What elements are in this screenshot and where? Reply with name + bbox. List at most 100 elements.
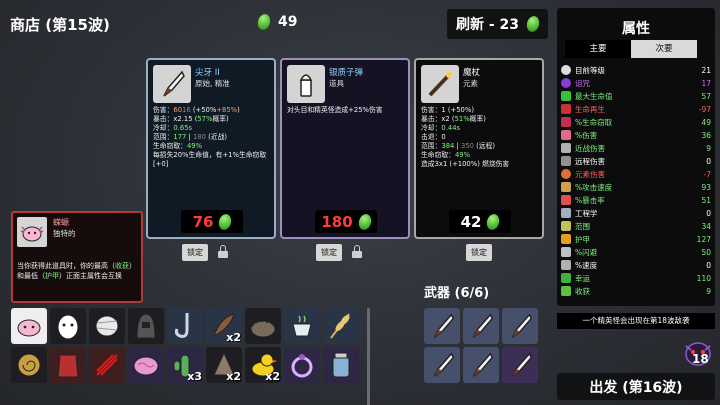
weapon-slot-fang[interactable]	[502, 308, 538, 344]
stat-row-max-hp: 最大生命值 57	[561, 90, 711, 102]
stat-row-dodge: %闪避 50	[561, 246, 711, 258]
heart-icon	[561, 91, 571, 101]
stat-row-crit-chance: %暴击率 51	[561, 194, 711, 206]
item-slot-tea[interactable]	[284, 308, 320, 344]
start-wave-button[interactable]: 出发 (第16波)	[557, 373, 715, 400]
materials-value: 49	[278, 14, 298, 30]
range-icon	[561, 221, 571, 231]
item-slot-mummy[interactable]	[89, 308, 125, 344]
item-slot-hook[interactable]	[167, 308, 203, 344]
weapon-slot-fang[interactable]	[424, 347, 460, 383]
stat-row-speed: %速度 0	[561, 259, 711, 271]
item-slot-egg[interactable]	[50, 308, 86, 344]
elite-warning: 一个精英怪会出现在第18波敌袭	[557, 313, 715, 329]
card-effect: 造成3x1 (+100%) 燃烧伤害	[421, 160, 510, 168]
stat-row-level: 目前等级 21	[561, 64, 711, 76]
tooltip-type: 独特的	[53, 229, 76, 238]
crit-icon	[561, 195, 571, 205]
lifesteal-icon	[561, 117, 571, 127]
speed-icon	[561, 260, 571, 270]
shop-card-wand[interactable]: 魔杖 元素 伤害：1 (+50%) 暴击：x2 (51%概率) 冷却：0.44s…	[414, 58, 544, 239]
material-icon	[525, 14, 541, 34]
item-slot-robe[interactable]	[50, 347, 86, 383]
regen-icon	[561, 104, 571, 114]
item-slot-claw[interactable]	[89, 347, 125, 383]
damage-icon	[561, 130, 571, 140]
price-tag[interactable]: 180	[315, 210, 377, 233]
shop-card-fang[interactable]: 尖牙 II 原始, 精准 伤害：6016 (+50%+85%) 暴击：x2.15…	[146, 58, 276, 239]
curse-icon	[561, 78, 571, 88]
card-stats: 伤害：1 (+50%) 暴击：x2 (51%概率) 冷却：0.44s 击退：0 …	[421, 106, 543, 169]
sword-icon	[561, 143, 571, 153]
item-slot-hood[interactable]	[128, 308, 164, 344]
price-tag[interactable]: 42	[449, 210, 511, 233]
card-name: 魔杖	[463, 68, 481, 78]
materials-counter: 49	[256, 12, 298, 32]
tab-primary[interactable]: 主要	[565, 40, 631, 58]
item-slot-hedgehog[interactable]	[245, 308, 281, 344]
shop-title: 商店 (第15波)	[10, 16, 110, 34]
item-slot-wheat[interactable]	[323, 308, 359, 344]
price-tag[interactable]: 76	[181, 210, 243, 233]
lock-button[interactable]: 锁定	[466, 244, 492, 261]
clover-icon	[561, 273, 571, 283]
fire-icon	[561, 169, 571, 179]
harvest-icon	[561, 286, 571, 296]
weapon-slot-fang[interactable]	[502, 347, 538, 383]
item-slot-snail[interactable]	[11, 347, 47, 383]
material-icon	[356, 212, 373, 231]
material-icon	[217, 212, 234, 231]
stat-row-harvesting: 收获 9	[561, 285, 711, 297]
bow-icon	[561, 156, 571, 166]
tooltip-description: 当你获得此道具时，你的最高（收获）和最低（护甲）正面主属性会互换	[17, 262, 136, 280]
item-slot-axolotl[interactable]	[11, 308, 47, 344]
stat-row-damage: %伤害 36	[561, 129, 711, 141]
card-type: 道具	[329, 79, 344, 88]
stats-panel: 属性 主要 次要 目前等级 21 诅咒 17 最大生命值 57 生命再生 -97 %生命…	[557, 8, 715, 306]
item-slot-fang-bag[interactable]: x2	[206, 347, 242, 383]
dodge-icon	[561, 247, 571, 257]
weapon-slot-fang[interactable]	[424, 308, 460, 344]
card-effect: 每损失20%生命值，有+1%生命窃取[+0]	[153, 151, 267, 168]
stat-row-elemental-damage: 元素伤害 -7	[561, 168, 711, 180]
material-icon	[485, 212, 502, 231]
weapons-title: 武器 (6/6)	[424, 286, 490, 301]
level-icon	[561, 65, 571, 75]
weapon-slot-fang[interactable]	[463, 308, 499, 344]
danger-level: 18	[692, 352, 709, 366]
card-description: 对头目和精英怪造成+25%伤害	[287, 106, 383, 114]
silver-bullet-icon	[287, 65, 325, 103]
item-slot-duck[interactable]: x2	[245, 347, 281, 383]
reroll-button[interactable]: 刷新 - 23	[447, 9, 548, 39]
lock-icon	[352, 245, 362, 259]
stat-row-armor: 护甲 127	[561, 233, 711, 245]
stat-row-range: 范围 34	[561, 220, 711, 232]
item-slot-brain[interactable]	[128, 347, 164, 383]
wrench-icon	[561, 208, 571, 218]
card-name: 银质子弹	[329, 68, 364, 78]
lock-button[interactable]: 锁定	[316, 244, 342, 261]
axolotl-icon	[17, 217, 47, 247]
stat-row-luck: 幸运 110	[561, 272, 711, 284]
lock-button[interactable]: 锁定	[182, 244, 208, 261]
item-slot-feather[interactable]: x2	[206, 308, 242, 344]
item-slot-cactus[interactable]: x3	[167, 347, 203, 383]
wand-icon	[421, 65, 459, 103]
inventory-scrollbar[interactable]	[367, 308, 370, 405]
stats-title: 属性	[622, 21, 650, 37]
card-type: 元素	[463, 79, 478, 88]
tab-secondary[interactable]: 次要	[631, 40, 697, 58]
material-icon	[256, 12, 272, 32]
item-slot-ring[interactable]	[284, 347, 320, 383]
shop-card-silver-bullet[interactable]: 银质子弹 道具 对头目和精英怪造成+25%伤害 180	[280, 58, 410, 239]
stat-row-curse: 诅咒 17	[561, 77, 711, 89]
card-name: 尖牙 II	[195, 68, 220, 78]
lock-icon	[218, 245, 228, 259]
card-stats: 伤害：6016 (+50%+85%) 暴击：x2.15 (57%概率) 冷却：0…	[153, 106, 275, 169]
card-type: 原始, 精准	[195, 79, 230, 88]
item-slot-jar[interactable]	[323, 347, 359, 383]
weapon-slot-fang[interactable]	[463, 347, 499, 383]
item-tooltip: 蝾螈 独特的 当你获得此道具时，你的最高（收获）和最低（护甲）正面主属性会互换	[11, 211, 143, 303]
stat-row-melee-damage: 近战伤害 9	[561, 142, 711, 154]
shield-icon	[561, 234, 571, 244]
